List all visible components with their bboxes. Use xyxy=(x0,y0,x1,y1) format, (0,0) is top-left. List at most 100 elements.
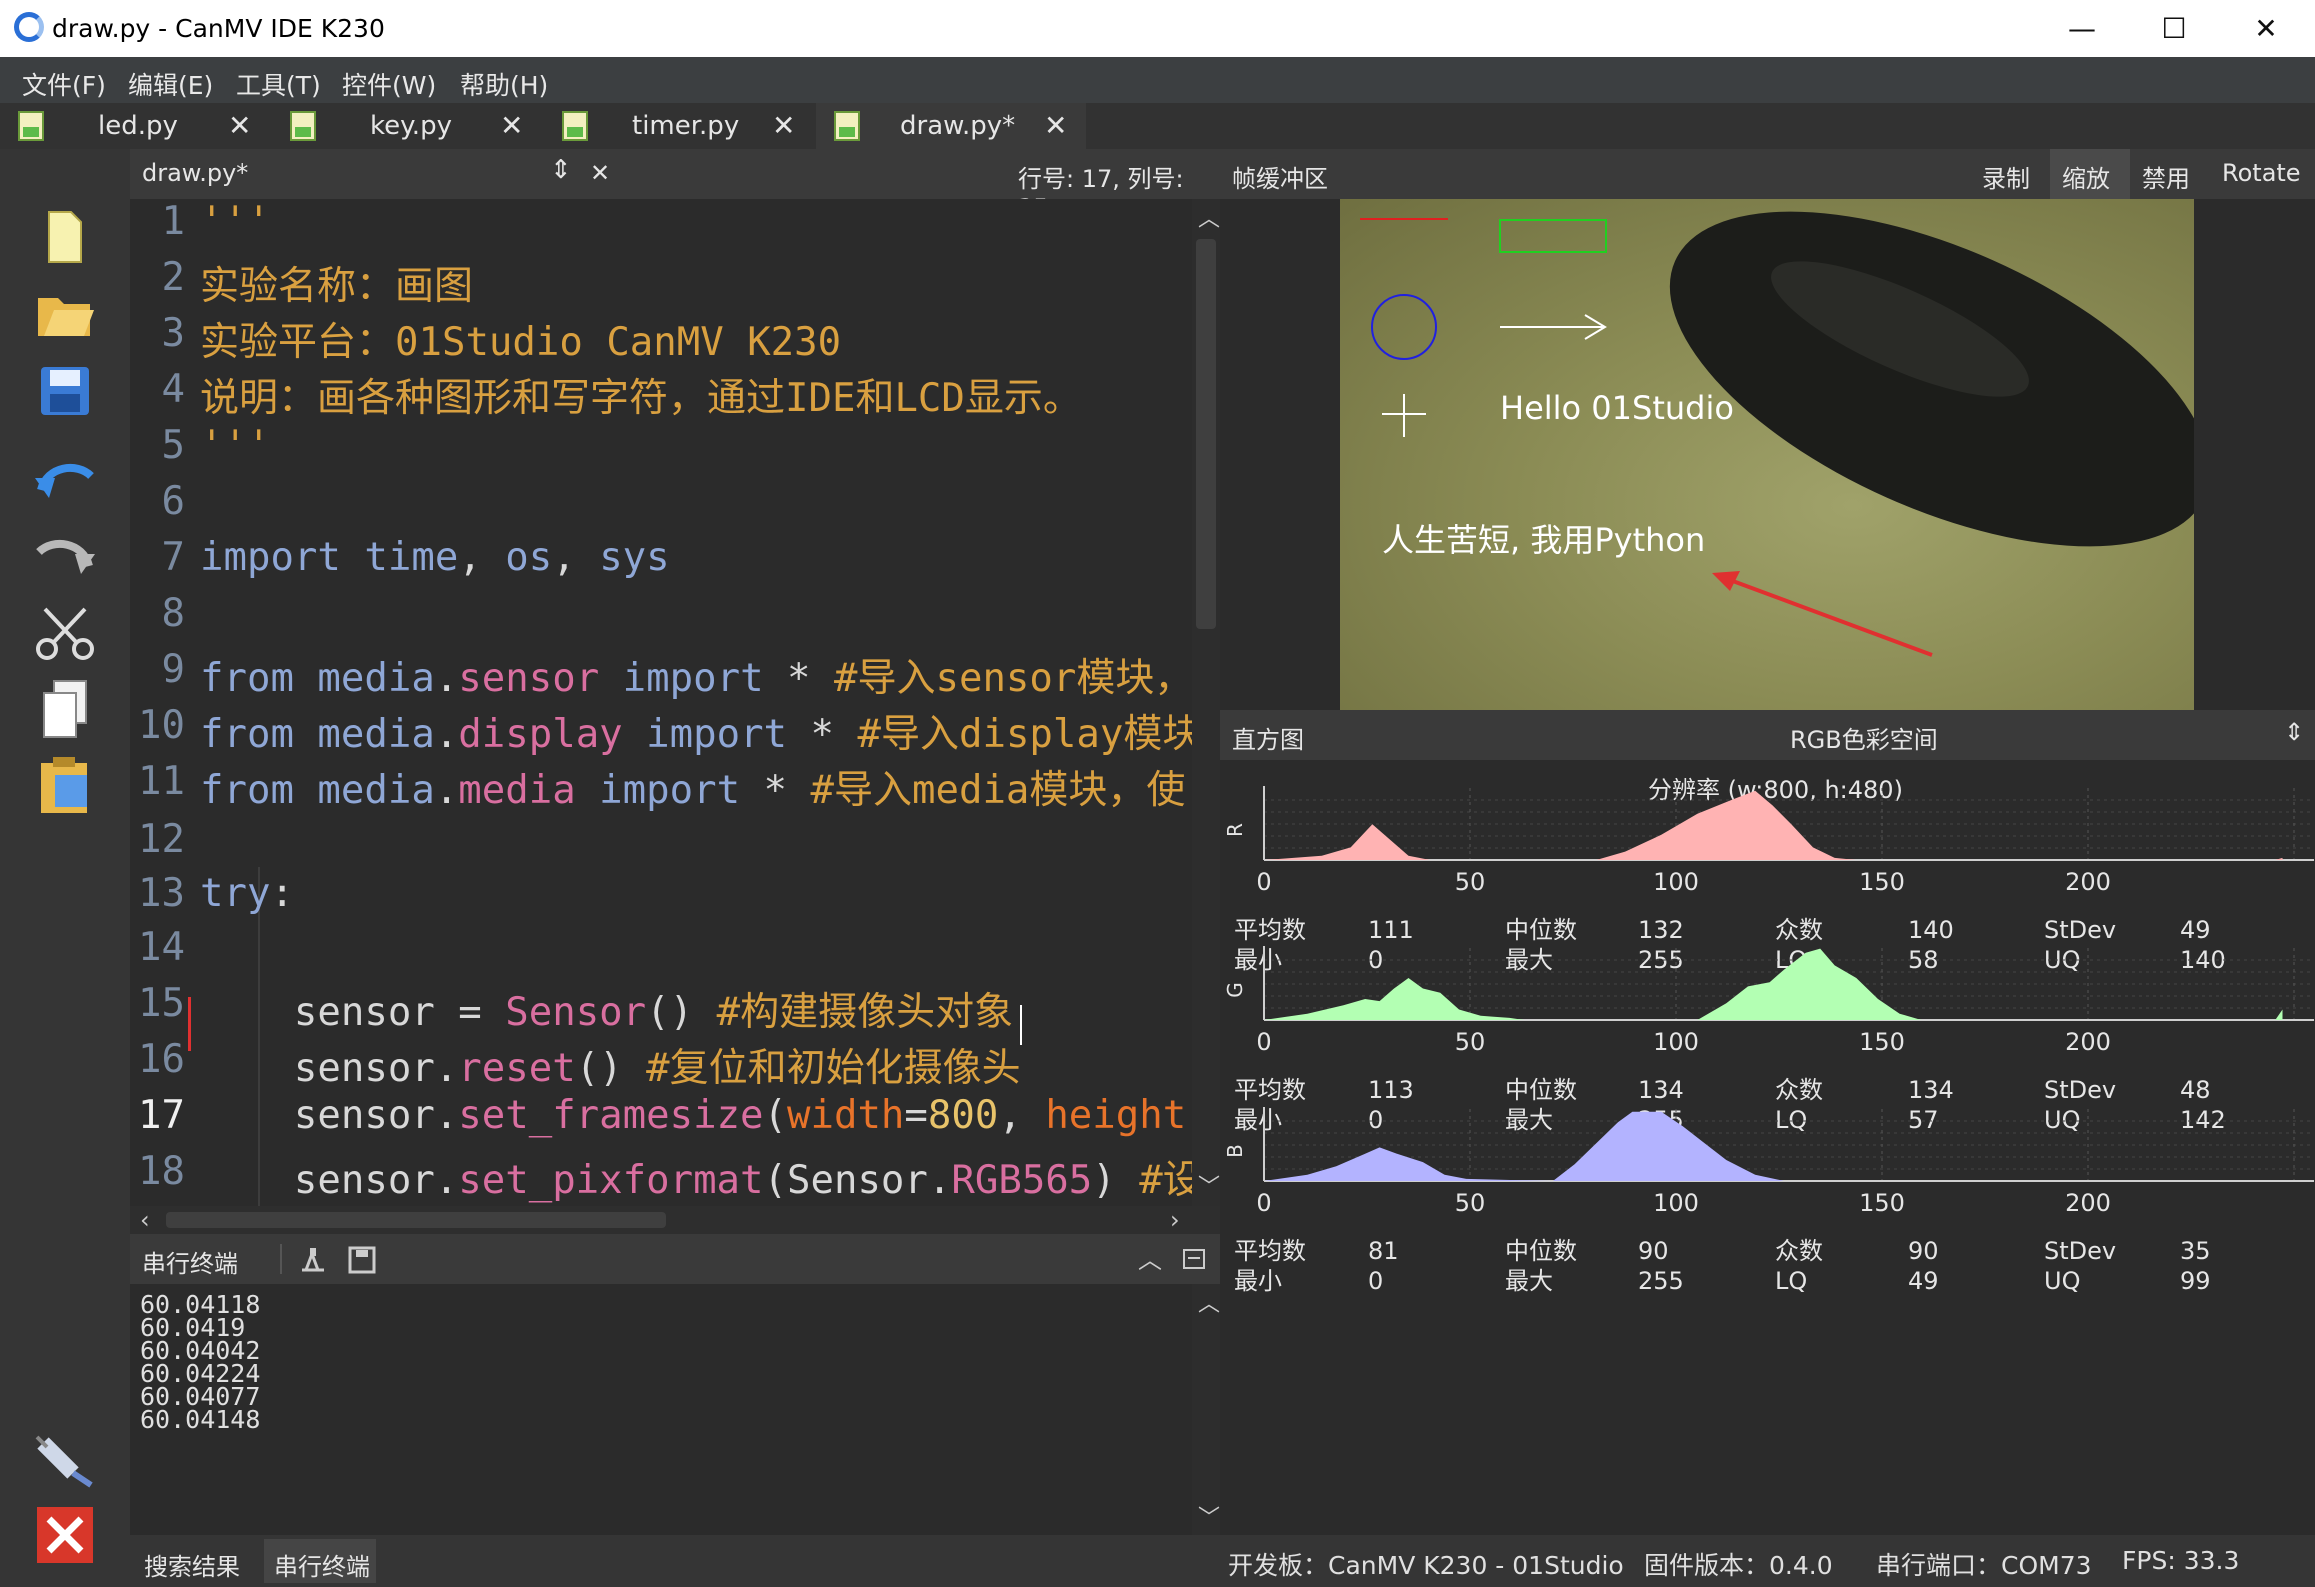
code-text: from media.sensor import * #导入sensor模块， xyxy=(200,656,1194,701)
zoom-button[interactable]: 缩放 xyxy=(2062,159,2110,194)
rotate-button[interactable]: Rotate xyxy=(2222,159,2301,187)
close-window-button[interactable]: ✕ xyxy=(2220,0,2312,57)
stat-value: 90 xyxy=(1638,1237,1669,1265)
code-line[interactable]: 3 实验平台：01Studio CanMV K230 xyxy=(130,311,1190,366)
code-line[interactable]: 16 sensor.reset() #复位和初始化摄像头 xyxy=(130,1037,1190,1092)
stat-value: 48 xyxy=(2180,1076,2211,1104)
colorspace-select[interactable]: RGB色彩空间 xyxy=(1790,720,1938,755)
collapse-panel-icon[interactable]: ︿ xyxy=(1138,1240,1162,1275)
stat-value: 57 xyxy=(1908,1106,1939,1134)
scroll-thumb[interactable] xyxy=(166,1212,666,1228)
clear-terminal-icon[interactable] xyxy=(298,1246,328,1274)
serial-terminal[interactable]: ︿ ﹀ 60.04118 60.0419 60.04042 60.04224 60.04… xyxy=(130,1284,1220,1535)
code-line[interactable]: 8 xyxy=(130,591,1190,646)
disable-button[interactable]: 禁用 xyxy=(2142,159,2190,194)
save-log-icon[interactable] xyxy=(348,1246,376,1274)
stat-value: 81 xyxy=(1368,1237,1399,1265)
stat-value: 49 xyxy=(2180,916,2211,944)
menu-tools[interactable]: 工具(T) xyxy=(236,66,321,102)
scroll-thumb[interactable] xyxy=(1196,239,1216,629)
tab-led[interactable]: led.py ✕ xyxy=(0,103,270,149)
line-number: 15 xyxy=(138,981,185,1026)
code-line[interactable]: 10 from media.display import * #导入display… xyxy=(130,703,1201,758)
copy-icon[interactable] xyxy=(30,677,100,741)
tab-search-results[interactable]: 搜索结果 xyxy=(144,1547,240,1582)
stat-value: 90 xyxy=(1908,1237,1939,1265)
editor-horizontal-scrollbar[interactable]: ‹ › xyxy=(130,1206,1220,1234)
connect-icon[interactable] xyxy=(30,1429,100,1493)
line-number: 17 xyxy=(138,1093,185,1138)
undo-icon[interactable] xyxy=(30,449,100,513)
menu-help[interactable]: 帮助(H) xyxy=(460,66,548,102)
tab-label: timer.py xyxy=(632,111,740,141)
redo-icon[interactable] xyxy=(30,525,100,589)
code-editor[interactable]: 1 ''' 2 实验名称：画图 3 实验平台：01Studio CanMV K230 4 说明… xyxy=(130,199,1220,1206)
fps-readout: FPS: 33.3 xyxy=(2122,1546,2240,1575)
stat-label: 众数 xyxy=(1775,1237,1823,1265)
panel-menu-icon[interactable] xyxy=(1182,1248,1206,1270)
minimize-button[interactable]: — xyxy=(2036,0,2128,57)
code-line[interactable]: 4 说明：画各种图形和写字符，通过IDE和LCD显示。 xyxy=(130,367,1190,422)
code-text: from media.display import * #导入display模块 xyxy=(200,712,1202,757)
code-line[interactable]: 12 xyxy=(130,817,1190,872)
code-line[interactable]: 15 sensor = Sensor() #构建摄像头对象 xyxy=(130,981,1190,1036)
stop-icon[interactable] xyxy=(30,1503,100,1567)
line-number: 5 xyxy=(161,423,185,468)
editor-filename[interactable]: draw.py* xyxy=(142,159,248,187)
menu-widgets[interactable]: 控件(W) xyxy=(342,66,436,102)
code-text: try: xyxy=(200,871,294,916)
histogram-panel: 分辨率 (w:800, h:480) R 0 50 100 150 200 平均数 111 中位… xyxy=(1220,760,2315,1535)
file-tab-bar: led.py ✕ key.py ✕ timer.py ✕ draw.py* ✕ xyxy=(0,103,2315,149)
code-line[interactable]: 2 实验名称：画图 xyxy=(130,255,1190,310)
tab-close-icon[interactable]: ✕ xyxy=(1044,109,1067,142)
tab-label: draw.py* xyxy=(900,111,1016,141)
editor-vertical-scrollbar[interactable]: ︿ ﹀ xyxy=(1192,199,1220,1206)
line-number: 1 xyxy=(161,199,185,244)
terminal-header: 串行终端 ︿ xyxy=(130,1234,1220,1284)
tab-label: key.py xyxy=(370,111,452,141)
menu-edit[interactable]: 编辑(E) xyxy=(128,66,213,102)
stat-label: 众数 xyxy=(1775,916,1823,944)
menu-file[interactable]: 文件(F) xyxy=(22,66,106,102)
colorspace-dropdown-icon[interactable]: ⇕ xyxy=(2284,718,2304,746)
code-line[interactable]: 17 sensor.set_framesize(width=800, heigh… xyxy=(130,1093,1190,1148)
tab-timer[interactable]: timer.py ✕ xyxy=(544,103,814,149)
code-line[interactable]: 6 xyxy=(130,479,1190,534)
file-switch-icon[interactable]: ⇕ xyxy=(550,155,572,185)
cut-icon[interactable] xyxy=(30,601,100,665)
editor-close-icon[interactable]: ✕ xyxy=(590,159,610,187)
terminal-scrollbar[interactable]: ︿ ﹀ xyxy=(1192,1284,1220,1535)
histogram-charts: R 0 50 100 150 200 平均数 111 中位数 132 众数 140 StDev 49 最小 0… xyxy=(1223,786,2314,1295)
tab-close-icon[interactable]: ✕ xyxy=(772,109,795,142)
save-icon[interactable] xyxy=(30,359,100,423)
code-line[interactable]: 14 xyxy=(130,925,1190,980)
stat-label: 中位数 xyxy=(1505,1076,1577,1104)
stat-label: StDev xyxy=(2044,916,2116,944)
code-line[interactable]: 11 from media.media import * #导入media模块，使 xyxy=(130,759,1190,814)
stat-value: 134 xyxy=(1638,1076,1684,1104)
tab-key[interactable]: key.py ✕ xyxy=(272,103,542,149)
stat-label: 中位数 xyxy=(1505,916,1577,944)
stat-label: 平均数 xyxy=(1234,1237,1306,1265)
tab-close-icon[interactable]: ✕ xyxy=(228,109,251,142)
code-text: 实验名称：画图 xyxy=(200,264,474,309)
code-line[interactable]: 5 ''' xyxy=(130,423,1190,478)
maximize-button[interactable]: ☐ xyxy=(2128,0,2220,57)
tab-close-icon[interactable]: ✕ xyxy=(500,109,523,142)
tab-draw[interactable]: draw.py* ✕ xyxy=(816,103,1086,149)
open-folder-icon[interactable] xyxy=(30,283,100,347)
code-line[interactable]: 1 ''' xyxy=(130,199,1190,254)
tick-label: 100 xyxy=(1653,1189,1699,1217)
tab-serial-terminal[interactable]: 串行终端 xyxy=(274,1547,370,1582)
record-button[interactable]: 录制 xyxy=(1982,159,2030,194)
new-file-icon[interactable] xyxy=(30,205,100,269)
code-line[interactable]: 18 sensor.set_pixformat(Sensor.RGB565) #… xyxy=(130,1149,1202,1204)
code-line[interactable]: 13 try: xyxy=(130,871,1190,926)
stat-label: 中位数 xyxy=(1505,1237,1577,1265)
line-number: 4 xyxy=(161,367,185,412)
paste-icon[interactable] xyxy=(30,753,100,817)
python-file-icon xyxy=(290,111,316,141)
code-line[interactable]: 9 from media.sensor import * #导入sensor模块， xyxy=(130,647,1194,702)
line-number: 14 xyxy=(138,925,185,970)
code-line[interactable]: 7 import time, os, sys xyxy=(130,535,1190,590)
